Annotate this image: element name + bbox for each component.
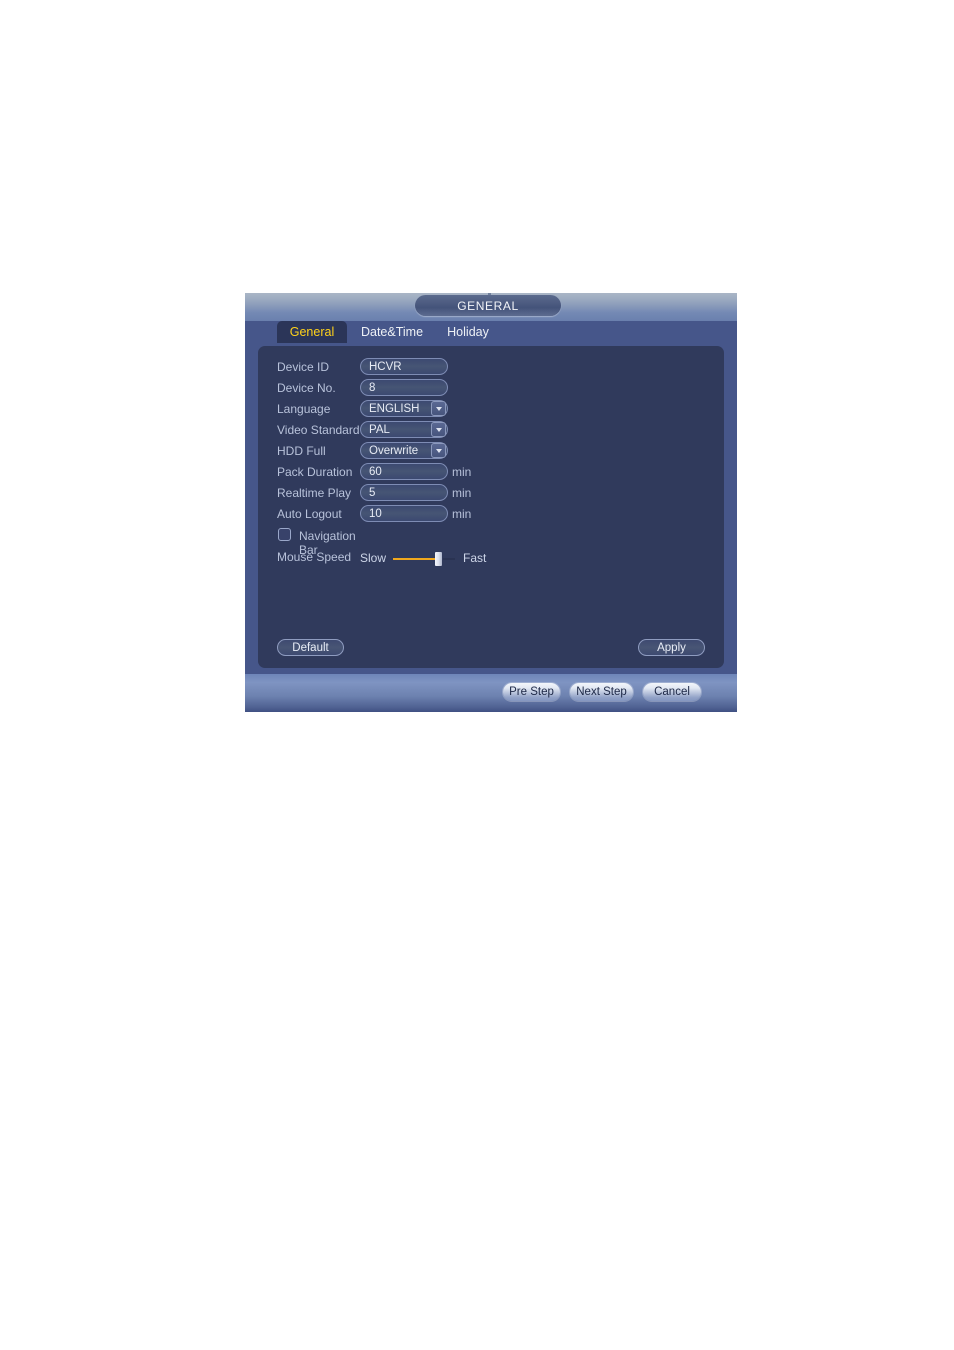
select-video-standard-value: PAL (369, 423, 390, 436)
label-video-standard: Video Standard (277, 423, 360, 437)
slider-max-label: Fast (463, 551, 487, 565)
label-auto-logout: Auto Logout (277, 507, 342, 521)
pre-step-button[interactable]: Pre Step (503, 683, 560, 701)
wizard-footer-bar: Pre Step Next Step Cancel (245, 674, 737, 712)
select-hdd-full-value: Overwrite (369, 444, 419, 457)
unit-auto-logout: min (452, 507, 472, 521)
cancel-button[interactable]: Cancel (643, 683, 701, 701)
input-auto-logout-value: 10 (369, 507, 382, 520)
label-hdd-full: HDD Full (277, 444, 326, 458)
label-mouse-speed: Mouse Speed (277, 550, 352, 564)
general-settings-dialog: GENERAL General Date&Time Holiday Device… (245, 293, 737, 712)
input-pack-duration-value: 60 (369, 465, 382, 478)
apply-button[interactable]: Apply (638, 639, 705, 656)
select-hdd-full[interactable]: Overwrite (360, 442, 448, 459)
slider-track-remainder (443, 558, 455, 560)
select-video-standard[interactable]: PAL (360, 421, 448, 438)
input-device-no-value: 8 (369, 381, 376, 394)
slider-min-label: Slow (360, 551, 387, 565)
general-settings-panel: Device ID HCVR Device No. 8 Language ENG… (258, 346, 724, 668)
tab-general[interactable]: General (277, 321, 347, 343)
slider-thumb-mouse-speed[interactable] (435, 552, 442, 566)
label-device-id: Device ID (277, 360, 330, 374)
unit-pack-duration: min (452, 465, 472, 479)
input-device-id[interactable]: HCVR (360, 358, 448, 375)
input-realtime-play-value: 5 (369, 486, 376, 499)
label-pack-duration: Pack Duration (277, 465, 353, 479)
input-device-id-value: HCVR (369, 360, 402, 373)
checkbox-navigation-bar[interactable] (278, 528, 291, 541)
label-device-no: Device No. (277, 381, 336, 395)
chevron-down-icon[interactable] (431, 401, 446, 416)
tab-holiday[interactable]: Holiday (437, 321, 499, 343)
next-step-button[interactable]: Next Step (570, 683, 633, 701)
label-language: Language (277, 402, 331, 416)
chevron-down-icon[interactable] (431, 443, 446, 458)
label-realtime-play: Realtime Play (277, 486, 352, 500)
tab-date-time[interactable]: Date&Time (353, 321, 431, 343)
chevron-down-icon[interactable] (431, 422, 446, 437)
tab-strip: General Date&Time Holiday (245, 321, 737, 343)
input-auto-logout[interactable]: 10 (360, 505, 448, 522)
input-device-no[interactable]: 8 (360, 379, 448, 396)
input-realtime-play[interactable]: 5 (360, 484, 448, 501)
dialog-title: GENERAL (415, 295, 561, 316)
dialog-titlebar: GENERAL (245, 293, 737, 321)
unit-realtime-play: min (452, 486, 472, 500)
select-language-value: ENGLISH (369, 402, 420, 415)
input-pack-duration[interactable]: 60 (360, 463, 448, 480)
select-language[interactable]: ENGLISH (360, 400, 448, 417)
slider-track-filled (393, 558, 437, 560)
default-button[interactable]: Default (277, 639, 344, 656)
